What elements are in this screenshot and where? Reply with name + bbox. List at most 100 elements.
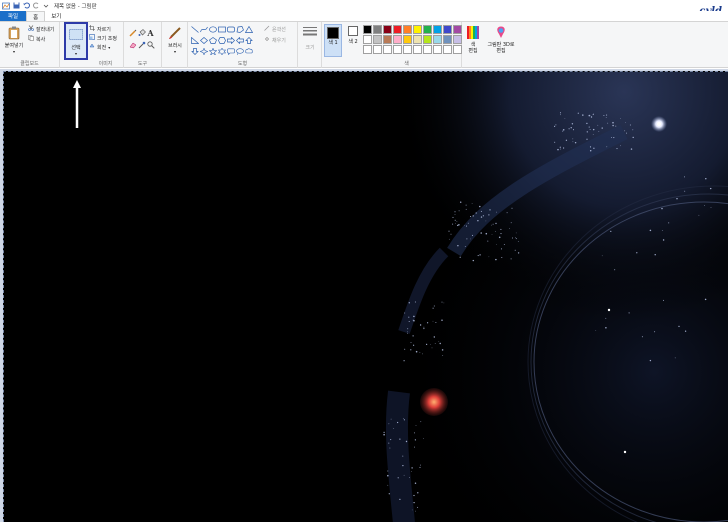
palette-swatch[interactable] xyxy=(423,25,432,34)
hexagon-shape-icon[interactable] xyxy=(217,36,226,44)
rounded-rectangle-shape-icon[interactable] xyxy=(226,25,235,33)
oval-shape-icon[interactable] xyxy=(208,25,217,33)
copy-icon xyxy=(28,35,34,43)
redo-icon[interactable] xyxy=(32,2,40,10)
resize-icon xyxy=(89,34,95,42)
magnifier-icon[interactable] xyxy=(146,41,155,49)
clipboard-icon xyxy=(8,26,20,42)
text-tool-icon[interactable]: A xyxy=(146,28,155,38)
palette-swatch[interactable] xyxy=(453,35,462,44)
palette-swatch[interactable] xyxy=(363,25,372,34)
brush-icon xyxy=(168,26,182,42)
palette-swatch[interactable] xyxy=(443,35,452,44)
up-arrow-shape-icon[interactable] xyxy=(244,36,253,44)
palette-swatch[interactable] xyxy=(363,45,372,54)
rounded-callout-shape-icon[interactable] xyxy=(226,47,235,55)
palette-swatch[interactable] xyxy=(383,25,392,34)
color1-button[interactable]: 색 1 xyxy=(324,24,342,57)
resize-button[interactable]: 크기 조정 xyxy=(89,34,117,42)
select-button[interactable]: 선택 ▾ xyxy=(64,22,88,60)
five-point-star-shape-icon[interactable] xyxy=(208,47,217,55)
palette-swatch[interactable] xyxy=(363,35,372,44)
diamond-shape-icon[interactable] xyxy=(199,36,208,44)
crop-button[interactable]: 자르기 xyxy=(89,25,111,33)
cut-label: 잘라내기 xyxy=(36,26,55,33)
save-icon[interactable] xyxy=(12,2,20,10)
clipboard-group: 붙여넣기 ▾ 잘라내기 복사 클립보드 xyxy=(0,22,60,68)
palette-swatch[interactable] xyxy=(453,45,462,54)
palette-swatch[interactable] xyxy=(393,35,402,44)
curve-shape-icon[interactable] xyxy=(199,25,208,33)
customize-chevron-icon[interactable] xyxy=(42,2,50,10)
undo-icon[interactable] xyxy=(22,2,30,10)
outline-button[interactable]: 윤곽선 xyxy=(264,25,286,33)
palette-swatch[interactable] xyxy=(403,25,412,34)
palette-swatch[interactable] xyxy=(423,35,432,44)
paste-button[interactable]: 붙여넣기 ▾ xyxy=(2,26,26,54)
color-palette xyxy=(363,25,462,54)
left-arrow-shape-icon[interactable] xyxy=(235,36,244,44)
color-picker-icon[interactable] xyxy=(137,41,146,49)
triangle-shape-icon[interactable] xyxy=(244,25,253,33)
palette-swatch[interactable] xyxy=(413,35,422,44)
pencil-icon[interactable] xyxy=(128,29,137,37)
palette-swatch[interactable] xyxy=(433,35,442,44)
color1-label: 색 1 xyxy=(328,40,338,46)
palette-swatch[interactable] xyxy=(413,25,422,34)
palette-swatch[interactable] xyxy=(383,35,392,44)
brush-label: 브러시 xyxy=(168,43,182,49)
palette-swatch[interactable] xyxy=(393,45,402,54)
brush-button[interactable]: 브러시 ▾ xyxy=(164,26,186,54)
palette-swatch[interactable] xyxy=(443,45,452,54)
size-button[interactable]: 크기 xyxy=(301,26,319,51)
palette-swatch[interactable] xyxy=(443,25,452,34)
paint3d-label: 그림판 3D로 편집 xyxy=(487,42,515,54)
palette-swatch[interactable] xyxy=(433,25,442,34)
line-shape-icon[interactable] xyxy=(190,25,199,33)
fill-bucket-icon[interactable] xyxy=(137,29,146,37)
six-point-star-shape-icon[interactable] xyxy=(217,47,226,55)
cut-button[interactable]: 잘라내기 xyxy=(28,25,54,33)
edit-colors-button[interactable]: 색 편집 xyxy=(464,26,482,54)
drawing-canvas[interactable] xyxy=(3,71,728,522)
oval-callout-shape-icon[interactable] xyxy=(235,47,244,55)
palette-swatch[interactable] xyxy=(403,45,412,54)
palette-swatch[interactable] xyxy=(423,45,432,54)
scissors-icon xyxy=(28,25,34,33)
down-arrow-shape-icon[interactable] xyxy=(190,47,199,55)
palette-swatch[interactable] xyxy=(453,25,462,34)
right-arrow-shape-icon[interactable] xyxy=(226,36,235,44)
palette-swatch[interactable] xyxy=(393,25,402,34)
paint-app-icon xyxy=(2,2,10,10)
right-triangle-shape-icon[interactable] xyxy=(190,36,199,44)
tab-file[interactable]: 파일 xyxy=(0,11,27,21)
paste-label: 붙여넣기 xyxy=(4,43,24,49)
rectangle-shape-icon[interactable] xyxy=(217,25,226,33)
paste-dropdown-icon: ▾ xyxy=(12,49,15,54)
palette-swatch[interactable] xyxy=(413,45,422,54)
paint3d-button[interactable]: 그림판 3D로 편집 xyxy=(486,26,516,54)
select-rectangle-icon xyxy=(69,29,83,42)
palette-swatch[interactable] xyxy=(373,35,382,44)
cloud-callout-shape-icon[interactable] xyxy=(244,47,253,55)
crop-label: 자르기 xyxy=(97,26,111,33)
tools-group-label: 도구 xyxy=(137,61,148,67)
clipboard-group-label: 클립보드 xyxy=(20,61,39,67)
color2-button[interactable]: 색 2 xyxy=(345,26,361,45)
fill-button[interactable]: 채우기 xyxy=(264,36,286,44)
palette-swatch[interactable] xyxy=(383,45,392,54)
tab-view[interactable]: 보기 xyxy=(45,11,67,21)
four-point-star-shape-icon[interactable] xyxy=(199,47,208,55)
tab-home[interactable]: 홈 xyxy=(26,11,46,21)
color2-label: 색 2 xyxy=(348,39,358,45)
copy-button[interactable]: 복사 xyxy=(28,35,45,43)
polygon-shape-icon[interactable] xyxy=(235,25,244,33)
pentagon-shape-icon[interactable] xyxy=(208,36,217,44)
eraser-icon[interactable] xyxy=(128,41,137,49)
rotate-button[interactable]: 회전 ▾ xyxy=(89,43,110,51)
palette-swatch[interactable] xyxy=(373,45,382,54)
palette-swatch[interactable] xyxy=(433,45,442,54)
palette-swatch[interactable] xyxy=(403,35,412,44)
palette-swatch[interactable] xyxy=(373,25,382,34)
select-dropdown-icon: ▾ xyxy=(74,51,77,56)
